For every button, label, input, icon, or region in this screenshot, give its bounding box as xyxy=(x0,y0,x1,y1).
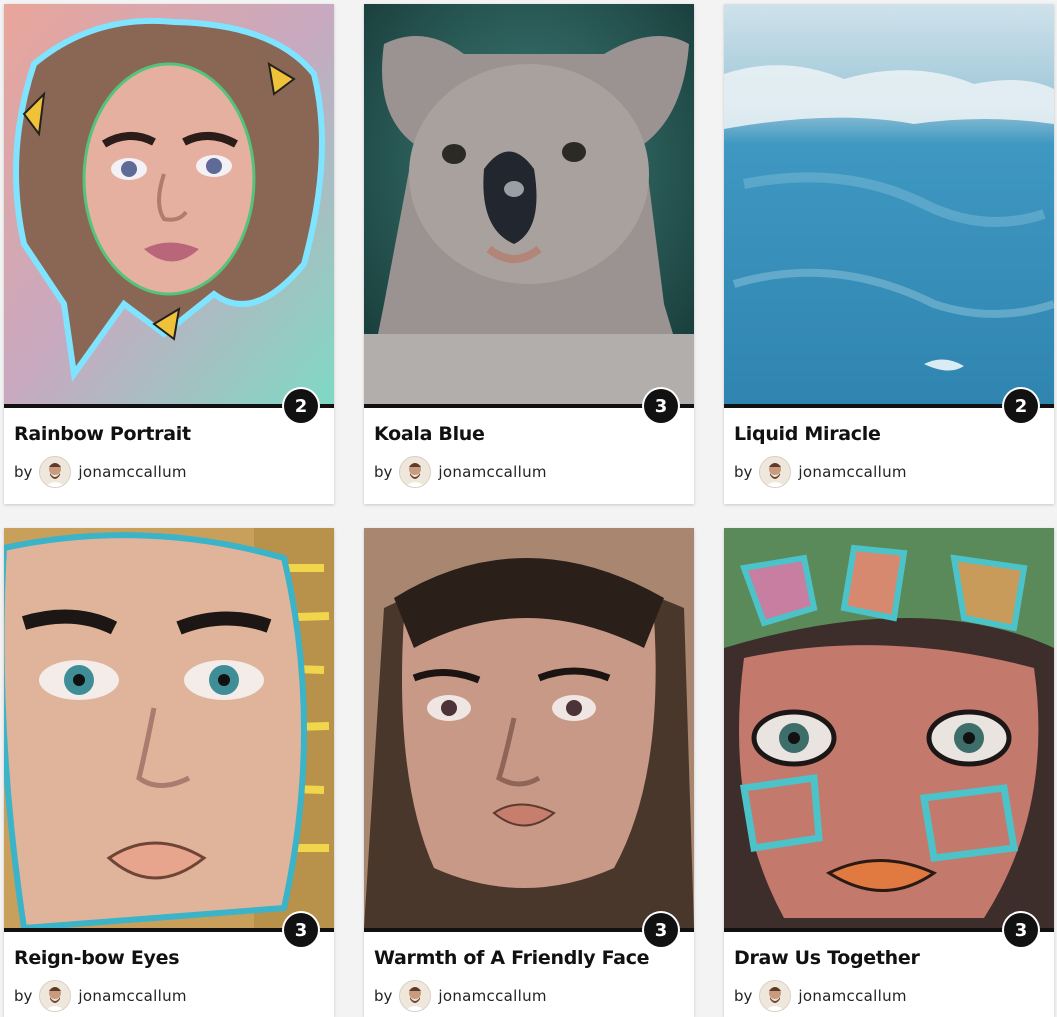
byline: by jonamccallum xyxy=(734,456,907,488)
artwork-card[interactable]: 3 Reign-bow Eyes by jonamccallum xyxy=(4,528,334,1017)
artwork-grid: 2 Rainbow Portrait by jonamccallum 3 Koa… xyxy=(0,0,1057,1017)
by-label: by xyxy=(374,987,393,1005)
count-badge: 2 xyxy=(284,389,318,423)
count-badge: 3 xyxy=(284,913,318,947)
count-badge: 3 xyxy=(644,389,678,423)
artwork-card[interactable]: 3 Draw Us Together by jonamccallum xyxy=(724,528,1054,1017)
artwork-title[interactable]: Rainbow Portrait xyxy=(14,423,191,445)
author-name[interactable]: jonamccallum xyxy=(438,463,546,481)
author-avatar[interactable] xyxy=(39,456,72,488)
author-name[interactable]: jonamccallum xyxy=(78,463,186,481)
byline: by jonamccallum xyxy=(734,980,907,1012)
artwork-title[interactable]: Reign-bow Eyes xyxy=(14,947,180,969)
artwork-image-rainbow-portrait[interactable] xyxy=(4,4,334,404)
artwork-title[interactable]: Draw Us Together xyxy=(734,947,920,969)
author-avatar[interactable] xyxy=(759,456,792,488)
author-name[interactable]: jonamccallum xyxy=(798,463,906,481)
byline: by jonamccallum xyxy=(374,456,547,488)
artwork-title[interactable]: Warmth of A Friendly Face xyxy=(374,947,650,969)
byline: by jonamccallum xyxy=(14,980,187,1012)
by-label: by xyxy=(374,463,393,481)
artwork-title[interactable]: Liquid Miracle xyxy=(734,423,881,445)
count-badge: 3 xyxy=(644,913,678,947)
author-avatar[interactable] xyxy=(39,980,72,1012)
artwork-card[interactable]: 3 Warmth of A Friendly Face by jonamccal… xyxy=(364,528,694,1017)
artwork-card[interactable]: 2 Rainbow Portrait by jonamccallum xyxy=(4,4,334,504)
by-label: by xyxy=(14,987,33,1005)
author-name[interactable]: jonamccallum xyxy=(798,987,906,1005)
author-name[interactable]: jonamccallum xyxy=(438,987,546,1005)
count-badge: 3 xyxy=(1004,913,1038,947)
artwork-image-reignbow-eyes[interactable] xyxy=(4,528,334,928)
author-avatar[interactable] xyxy=(399,456,432,488)
count-badge: 2 xyxy=(1004,389,1038,423)
artwork-card[interactable]: 3 Koala Blue by jonamccallum xyxy=(364,4,694,504)
by-label: by xyxy=(734,463,753,481)
by-label: by xyxy=(734,987,753,1005)
artwork-image-koala[interactable] xyxy=(364,4,694,404)
author-name[interactable]: jonamccallum xyxy=(78,987,186,1005)
artwork-card[interactable]: 2 Liquid Miracle by jonamccallum xyxy=(724,4,1054,504)
by-label: by xyxy=(14,463,33,481)
artwork-image-friendly-face[interactable] xyxy=(364,528,694,928)
byline: by jonamccallum xyxy=(14,456,187,488)
byline: by jonamccallum xyxy=(374,980,547,1012)
artwork-image-wave[interactable] xyxy=(724,4,1054,404)
author-avatar[interactable] xyxy=(399,980,432,1012)
artwork-image-draw-us-together[interactable] xyxy=(724,528,1054,928)
artwork-title[interactable]: Koala Blue xyxy=(374,423,485,445)
author-avatar[interactable] xyxy=(759,980,792,1012)
